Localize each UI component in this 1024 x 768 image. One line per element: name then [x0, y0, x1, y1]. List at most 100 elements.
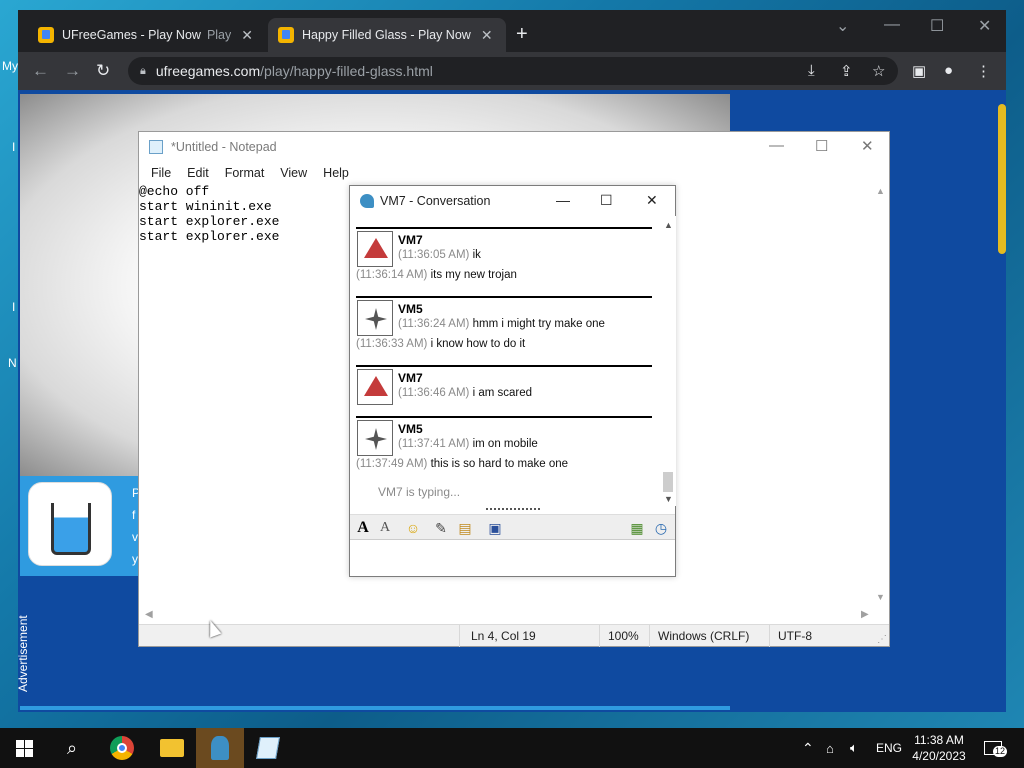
close-button[interactable]: ✕ — [646, 192, 658, 209]
scroll-up-icon[interactable]: ▲ — [664, 220, 673, 230]
splitter-handle[interactable] — [486, 508, 540, 512]
resize-grip-icon[interactable]: ⋰ — [877, 634, 887, 645]
back-button[interactable]: ← — [32, 61, 49, 81]
tab-ufreegames[interactable]: UFreeGames - Play Now Play ✕ — [28, 18, 266, 52]
lock-icon[interactable]: 🔒︎ — [140, 65, 146, 78]
menu-help[interactable]: Help — [319, 166, 353, 180]
notepad-horizontal-scrollbar[interactable]: ◀ ▶ — [139, 607, 874, 624]
search-icon: ⌕ — [66, 737, 78, 758]
scroll-right-icon[interactable]: ▶ — [861, 609, 869, 620]
notepad-statusbar: Ln 4, Col 19 100% Windows (CRLF) UTF-8 ⋰ — [139, 624, 889, 647]
message-input[interactable] — [350, 540, 675, 576]
taskbar-notepad[interactable] — [244, 728, 292, 768]
clock-icon[interactable]: ◷ — [652, 519, 670, 537]
message-scrollbar[interactable]: ▲ ▼ — [660, 216, 676, 506]
forward-button[interactable]: → — [64, 61, 81, 81]
happy-glass-app-icon[interactable] — [28, 482, 112, 566]
tab-search-icon[interactable]: ⌄ — [836, 16, 849, 36]
close-tab-icon[interactable]: ✕ — [241, 27, 253, 44]
taskbar-file-explorer[interactable] — [148, 728, 196, 768]
maximize-button[interactable]: ☐ — [815, 137, 828, 155]
timestamp: (11:37:49 AM) — [356, 458, 428, 470]
save-icon[interactable]: ▣ — [486, 519, 504, 537]
desktop-icon-label[interactable]: I — [12, 140, 15, 154]
ad-card[interactable]: P f v y — [20, 476, 140, 576]
url-path: /play/happy-filled-glass.html — [260, 63, 433, 79]
desktop-icon-label[interactable]: N — [8, 356, 17, 370]
clock[interactable]: 11:38 AM 4/20/2023 — [904, 732, 974, 764]
ufreegames-favicon-icon — [38, 27, 54, 43]
new-tab-button[interactable]: + — [516, 24, 528, 44]
vm5-avatar[interactable] — [357, 300, 393, 336]
vm7-avatar[interactable] — [357, 369, 393, 405]
scrollbar-thumb[interactable] — [663, 472, 673, 492]
side-panel-icon[interactable]: ▣ — [912, 62, 926, 80]
address-bar[interactable]: 🔒︎ ufreegames.com /play/happy-filled-gla… — [128, 57, 898, 85]
encoding: UTF-8 — [778, 629, 812, 643]
close-button[interactable]: ✕ — [978, 16, 991, 36]
minimize-button[interactable]: — — [884, 16, 900, 34]
notification-center-button[interactable]: 12 — [984, 728, 1008, 768]
menu-file[interactable]: File — [147, 166, 175, 180]
scroll-down-icon[interactable]: ▼ — [876, 592, 885, 602]
message-line: (11:36:33 AM) i know how to do it — [356, 338, 525, 350]
close-tab-icon[interactable]: ✕ — [481, 27, 493, 44]
file-icon[interactable]: ▤ — [456, 519, 474, 537]
folder-icon — [160, 739, 184, 757]
url-host: ufreegames.com — [155, 63, 261, 79]
vm5-avatar[interactable] — [357, 420, 393, 456]
network-icon[interactable]: ⌂ — [826, 728, 834, 768]
font-style-icon[interactable]: A — [376, 519, 394, 537]
menu-format[interactable]: Format — [221, 166, 269, 180]
show-hidden-icons-icon[interactable]: ⌃ — [802, 728, 814, 768]
menu-edit[interactable]: Edit — [183, 166, 213, 180]
conversation-titlebar[interactable]: VM7 - Conversation — [350, 186, 675, 216]
vm7-avatar[interactable] — [357, 231, 393, 267]
profile-icon[interactable]: ● — [944, 62, 953, 79]
maximize-button[interactable]: ☐ — [930, 16, 944, 36]
scroll-left-icon[interactable]: ◀ — [145, 609, 153, 620]
bookmark-star-icon[interactable]: ☆ — [872, 62, 885, 80]
message-text: this is so hard to make one — [430, 458, 569, 470]
scroll-up-icon[interactable]: ▲ — [876, 186, 885, 196]
share-icon[interactable]: ⇪ — [840, 62, 853, 80]
menu-view[interactable]: View — [276, 166, 311, 180]
attach-icon[interactable]: ✎ — [432, 519, 450, 537]
message-group: VM7 (11:36:05 AM) ik (11:36:14 AM) its m… — [356, 227, 652, 293]
sender-name: VM7 — [398, 371, 423, 385]
tab-title-suffix: Play — [206, 28, 232, 42]
taskbar-chrome[interactable] — [98, 728, 146, 768]
tab-strip: UFreeGames - Play Now Play ✕ Happy Fille… — [18, 10, 1006, 52]
search-button[interactable]: ⌕ — [48, 728, 96, 768]
minimize-button[interactable]: — — [556, 192, 570, 208]
minimize-button[interactable]: — — [769, 137, 784, 154]
start-button[interactable] — [0, 728, 48, 768]
language-indicator[interactable]: ENG — [876, 728, 902, 768]
notepad-vertical-scrollbar[interactable]: ▲ ▼ — [872, 184, 889, 610]
scroll-down-icon[interactable]: ▼ — [664, 494, 673, 504]
maximize-button[interactable]: ☐ — [600, 192, 613, 209]
desktop-icon-label[interactable]: My — [2, 59, 18, 73]
history-icon[interactable]: ▦ — [628, 519, 646, 537]
notepad-menubar: File Edit Format View Help — [139, 162, 353, 184]
notification-count: 12 — [993, 746, 1008, 757]
font-icon[interactable]: A — [354, 519, 372, 537]
message-line: (11:37:49 AM) this is so hard to make on… — [356, 458, 568, 470]
message-history[interactable]: VM7 (11:36:05 AM) ik (11:36:14 AM) its m… — [350, 216, 660, 506]
close-button[interactable]: ✕ — [861, 137, 874, 155]
sender-name: VM5 — [398, 302, 423, 316]
menu-icon[interactable]: ⋮ — [976, 62, 991, 80]
timestamp: (11:36:05 AM) — [398, 249, 470, 261]
tab-happy-filled-glass[interactable]: Happy Filled Glass - Play Now ✕ — [268, 18, 506, 52]
reload-button[interactable]: ↻ — [96, 61, 110, 81]
ad-text: f — [132, 508, 136, 522]
page-scrollbar-thumb[interactable] — [998, 104, 1006, 254]
chrome-icon — [110, 736, 134, 760]
smiley-icon[interactable]: ☺ — [404, 519, 422, 537]
desktop-icon-label[interactable]: I — [12, 300, 15, 314]
clock-date: 4/20/2023 — [912, 749, 966, 763]
install-icon[interactable]: ⤓ — [808, 62, 815, 79]
volume-icon[interactable]: 🔈︎ — [850, 728, 858, 768]
taskbar-im-client[interactable] — [196, 728, 244, 768]
message-text: its my new trojan — [430, 269, 517, 281]
